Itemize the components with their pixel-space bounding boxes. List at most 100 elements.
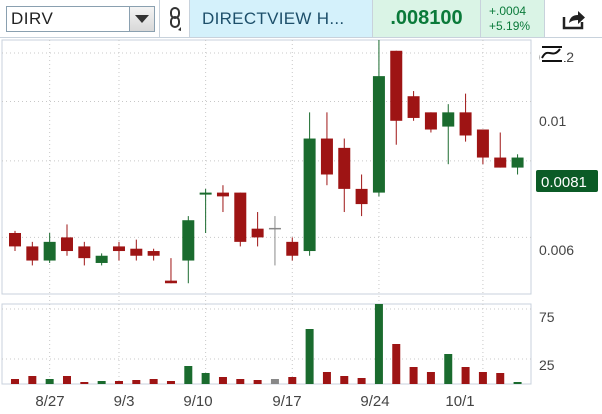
candle	[130, 239, 143, 261]
link-button[interactable]	[160, 0, 190, 37]
candle	[459, 93, 472, 142]
candle-body	[320, 138, 333, 175]
candle	[494, 132, 507, 168]
candle-body	[199, 192, 212, 195]
current-price-label: 0.0081	[541, 174, 587, 191]
volume-bar	[270, 379, 279, 384]
candle	[407, 91, 420, 121]
candle	[286, 237, 299, 261]
candle-body	[112, 246, 125, 252]
security-description: DIRECTVIEW H...	[190, 0, 373, 37]
candle-body	[424, 112, 437, 130]
candle	[338, 138, 351, 213]
price-tick-label: 0.006	[539, 242, 574, 258]
candle-body	[372, 76, 385, 193]
candle	[268, 216, 281, 266]
volume-bar	[513, 382, 522, 384]
volume-bar	[426, 372, 435, 384]
share-button[interactable]	[545, 0, 602, 37]
candle-body	[130, 248, 143, 256]
volume-bar	[28, 376, 37, 384]
candle	[199, 188, 212, 233]
candle-body	[494, 157, 507, 168]
candle-body	[147, 251, 160, 256]
percent-change: +5.19%	[489, 18, 531, 33]
price-tick-label: 0.01	[539, 113, 566, 129]
candle	[26, 241, 39, 266]
volume-bar	[253, 380, 262, 384]
symbol-input[interactable]: DIRV	[6, 5, 129, 32]
candle-body	[9, 232, 21, 247]
x-tick-label: 8/27	[35, 393, 64, 410]
candle-body	[164, 280, 177, 284]
share-icon	[562, 10, 585, 29]
candle	[390, 50, 403, 145]
candle	[43, 232, 56, 263]
volume-bar	[374, 304, 383, 384]
volume-bar	[340, 376, 349, 384]
volume-bar	[132, 380, 141, 384]
candle-body	[234, 192, 247, 242]
candle-body	[338, 147, 351, 189]
x-tick-label: 9/24	[360, 393, 389, 410]
candle-body	[459, 112, 472, 136]
candle	[251, 212, 264, 247]
x-tick-label: 9/10	[183, 393, 212, 410]
candle-body	[26, 246, 39, 261]
candle	[60, 224, 73, 256]
net-change: +.0004	[489, 3, 527, 18]
volume-tick-label: 75	[539, 309, 555, 325]
candle	[78, 241, 91, 266]
candle-body	[43, 241, 56, 261]
auto-scale-icon[interactable]	[540, 44, 564, 64]
volume-bar	[461, 367, 470, 384]
link-icon	[169, 6, 181, 31]
candle	[355, 174, 368, 217]
x-tick-label: 9/3	[114, 393, 135, 410]
candle-body	[442, 112, 455, 127]
volume-bar	[62, 376, 71, 384]
volume-bar	[392, 344, 401, 384]
quote-toolbar: DIRV DIRECTVIEW H... .008100 +.0004 +5.1…	[0, 0, 602, 38]
candle	[303, 112, 316, 256]
candle-body	[60, 237, 73, 252]
volume-bar	[201, 373, 210, 384]
volume-bar	[357, 378, 366, 384]
candle	[9, 230, 21, 252]
volume-bar	[11, 379, 19, 384]
symbol-selector: DIRV	[0, 0, 160, 37]
volume-tick-label: 25	[539, 357, 555, 373]
candle-body	[78, 246, 91, 259]
symbol-dropdown-button[interactable]	[129, 5, 155, 32]
chart-grid	[1, 39, 532, 385]
volume-bar	[322, 372, 331, 384]
candle	[147, 248, 160, 261]
volume-bar	[184, 366, 193, 384]
volume-bar	[478, 372, 487, 384]
price-change: +.0004 +5.19%	[481, 0, 545, 37]
volume-bar	[97, 381, 106, 384]
volume-bar	[149, 379, 158, 384]
candle	[112, 241, 125, 261]
candle	[234, 192, 247, 247]
candle-body	[216, 192, 229, 197]
candle	[164, 258, 177, 284]
volume-bar	[80, 382, 89, 384]
volume-bar	[288, 377, 297, 384]
candle	[511, 154, 524, 175]
candle-body	[251, 228, 264, 238]
candlestick-series	[9, 40, 524, 284]
candle-body	[476, 129, 489, 158]
volume-series	[11, 304, 522, 384]
dropdown-arrow-icon	[135, 14, 149, 23]
x-tick-label: 10/1	[445, 393, 474, 410]
candle	[216, 185, 229, 213]
candle-body	[182, 220, 195, 261]
candle	[182, 216, 195, 284]
candle-body	[95, 255, 108, 263]
price-chart[interactable]: 0.012 0.01 0.006 0.0081 75 25 8/27 9/3 9…	[0, 38, 602, 414]
volume-bar	[236, 379, 245, 384]
candle	[95, 253, 108, 266]
volume-bar	[114, 381, 123, 384]
candle-body	[390, 50, 403, 121]
